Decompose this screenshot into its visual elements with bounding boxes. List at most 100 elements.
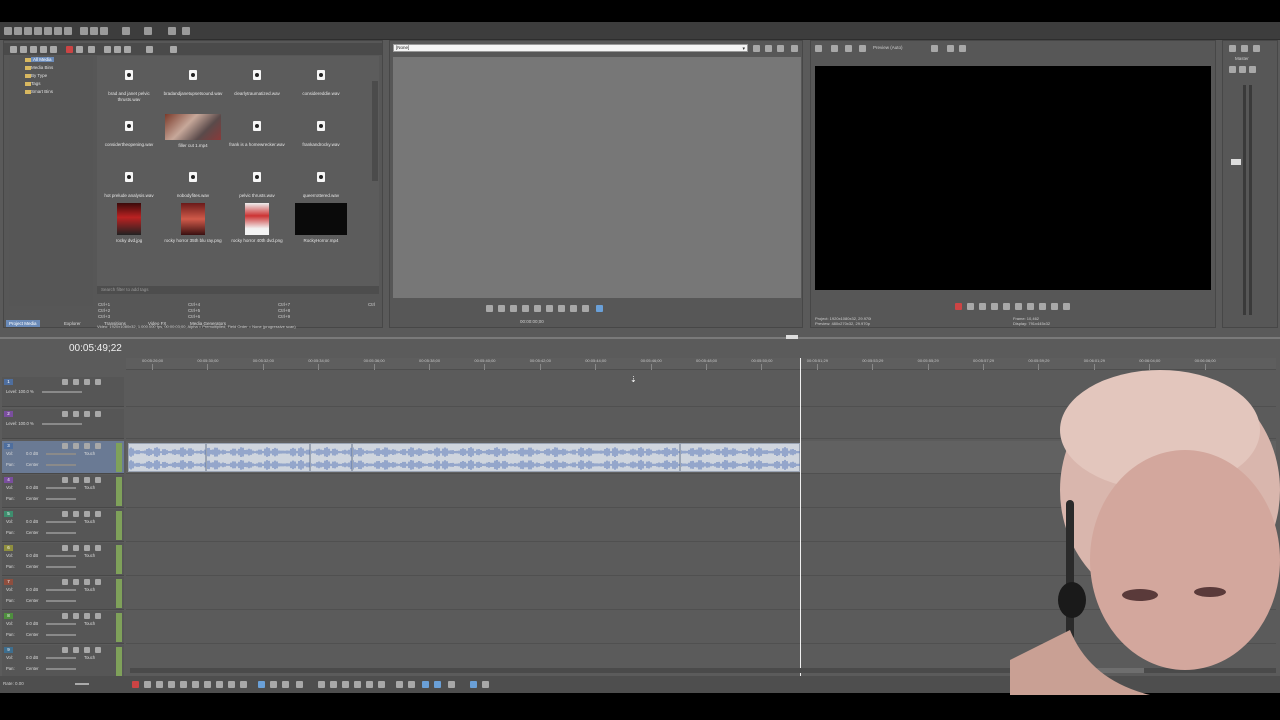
- media-item[interactable]: considertheopening.wav: [99, 121, 159, 148]
- delete-icon[interactable]: [318, 681, 325, 688]
- volume-slider[interactable]: [46, 521, 76, 523]
- audio-track-header[interactable]: 3 Vol: 0.0 dB Touch Pan: Center: [2, 441, 124, 474]
- timeline-marker[interactable]: [786, 335, 798, 339]
- next-frame-icon[interactable]: [240, 681, 247, 688]
- paste-icon[interactable]: [100, 27, 108, 35]
- overlays-icon[interactable]: [859, 45, 866, 52]
- end-icon[interactable]: [1051, 303, 1058, 310]
- trimmer-props-icon[interactable]: [753, 45, 760, 52]
- tab-project-media[interactable]: Project Media: [6, 320, 40, 327]
- volume-slider[interactable]: [46, 657, 76, 659]
- go-to-start-icon[interactable]: [204, 681, 211, 688]
- audio-track-header[interactable]: 5 Vol: 0.0 dB Touch Pan: Center: [2, 509, 124, 542]
- selection-icon[interactable]: [596, 305, 603, 312]
- rewind-icon[interactable]: [570, 305, 577, 312]
- trim-start-icon[interactable]: [330, 681, 337, 688]
- settings-icon[interactable]: [64, 27, 72, 35]
- mute-icon[interactable]: [84, 477, 90, 483]
- solo-icon[interactable]: [95, 379, 101, 385]
- play-from-start-icon[interactable]: [156, 681, 163, 688]
- volume-slider[interactable]: [46, 623, 76, 625]
- play-from-start-icon[interactable]: [979, 303, 986, 310]
- media-item[interactable]: hot prelude analysis.wav: [99, 172, 159, 199]
- mute-icon[interactable]: [84, 443, 90, 449]
- media-item[interactable]: queerrottered.wav: [291, 172, 351, 199]
- media-item[interactable]: bradandjanetupsetsound.wav: [163, 70, 223, 97]
- fx-icon[interactable]: [62, 511, 68, 517]
- render-icon[interactable]: [44, 27, 52, 35]
- solo-icon[interactable]: [95, 579, 101, 585]
- normal-edit-tool-icon[interactable]: [258, 681, 265, 688]
- play-icon[interactable]: [168, 681, 175, 688]
- media-item[interactable]: considereddie.wav: [291, 70, 351, 97]
- fx-icon[interactable]: [76, 46, 83, 53]
- level-slider[interactable]: [42, 423, 82, 425]
- audio-clip[interactable]: [128, 443, 206, 472]
- media-item[interactable]: rocky horror 35th blu ray.png: [163, 203, 223, 244]
- zoom-tool-icon[interactable]: [296, 681, 303, 688]
- auto-crossfade-icon[interactable]: [434, 681, 441, 688]
- download-icon[interactable]: [40, 46, 47, 53]
- pan-slider[interactable]: [46, 634, 76, 636]
- snapping-icon[interactable]: [422, 681, 429, 688]
- media-item[interactable]: RockyHorror.mp4: [291, 203, 351, 244]
- mute-icon[interactable]: [84, 411, 90, 417]
- disc-icon[interactable]: [30, 46, 37, 53]
- save-snapshot-icon[interactable]: [959, 45, 966, 52]
- volume-slider[interactable]: [46, 589, 76, 591]
- save-icon[interactable]: [24, 27, 32, 35]
- next-frame-icon[interactable]: [558, 305, 565, 312]
- copy-icon[interactable]: [90, 27, 98, 35]
- fx-icon[interactable]: [62, 477, 68, 483]
- pause-icon[interactable]: [522, 305, 529, 312]
- mute-icon[interactable]: [84, 613, 90, 619]
- menu-icon[interactable]: [1253, 45, 1260, 52]
- media-item[interactable]: rocky dvd.jpg: [99, 203, 159, 244]
- split-screen-icon[interactable]: [831, 45, 838, 52]
- play-icon[interactable]: [104, 46, 111, 53]
- fx-icon[interactable]: [62, 579, 68, 585]
- media-item[interactable]: frankandrocky.wav: [291, 121, 351, 148]
- pan-slider[interactable]: [46, 498, 76, 500]
- pan-slider[interactable]: [46, 532, 76, 534]
- envelope-tool-icon[interactable]: [270, 681, 277, 688]
- solo-icon[interactable]: [1249, 66, 1256, 73]
- search-icon[interactable]: [170, 46, 177, 53]
- media-scrollbar[interactable]: [372, 81, 378, 181]
- media-item[interactable]: pelvic thrusts.wav: [227, 172, 287, 199]
- media-item[interactable]: filler cut 1.mp4: [163, 114, 223, 149]
- solo-icon[interactable]: [95, 647, 101, 653]
- lock-envelopes-icon[interactable]: [470, 681, 477, 688]
- preview-quality-dropdown[interactable]: Preview (Auto): [873, 45, 903, 50]
- new-icon[interactable]: [4, 27, 12, 35]
- audio-track-header[interactable]: 7 Vol: 0.0 dB Touch Pan: Center: [2, 577, 124, 610]
- media-item[interactable]: rocky horror 40th dvd.png: [227, 203, 287, 244]
- automation-icon[interactable]: [73, 477, 79, 483]
- props-icon[interactable]: [50, 46, 57, 53]
- lock-icon[interactable]: [366, 681, 373, 688]
- automation-icon[interactable]: [73, 647, 79, 653]
- media-item[interactable]: brad and janet pelvic thrusts.wav: [99, 70, 159, 103]
- tree-item-media-bins[interactable]: Media Bins: [31, 65, 53, 70]
- ignore-grouping-icon[interactable]: [482, 681, 489, 688]
- tree-item-all-media[interactable]: All Media: [31, 57, 54, 62]
- views-icon[interactable]: [146, 46, 153, 53]
- media-item[interactable]: clearlytraumatized.wav: [227, 70, 287, 97]
- record-icon[interactable]: [955, 303, 962, 310]
- fx-icon[interactable]: [62, 443, 68, 449]
- pause-icon[interactable]: [1003, 303, 1010, 310]
- loop-icon[interactable]: [486, 305, 493, 312]
- solo-icon[interactable]: [95, 477, 101, 483]
- automation-icon[interactable]: [73, 411, 79, 417]
- automation-icon[interactable]: [73, 379, 79, 385]
- trimmer-menu-icon[interactable]: [791, 45, 798, 52]
- mute-icon[interactable]: [84, 579, 90, 585]
- copy-snapshot-icon[interactable]: [845, 45, 852, 52]
- automation-icon[interactable]: [73, 579, 79, 585]
- forward-icon[interactable]: [582, 305, 589, 312]
- save-as-icon[interactable]: [34, 27, 42, 35]
- trim-end-icon[interactable]: [342, 681, 349, 688]
- redo-icon[interactable]: [144, 27, 152, 35]
- tag-icon[interactable]: [88, 46, 95, 53]
- audio-track-header[interactable]: 8 Vol: 0.0 dB Touch Pan: Center: [2, 611, 124, 644]
